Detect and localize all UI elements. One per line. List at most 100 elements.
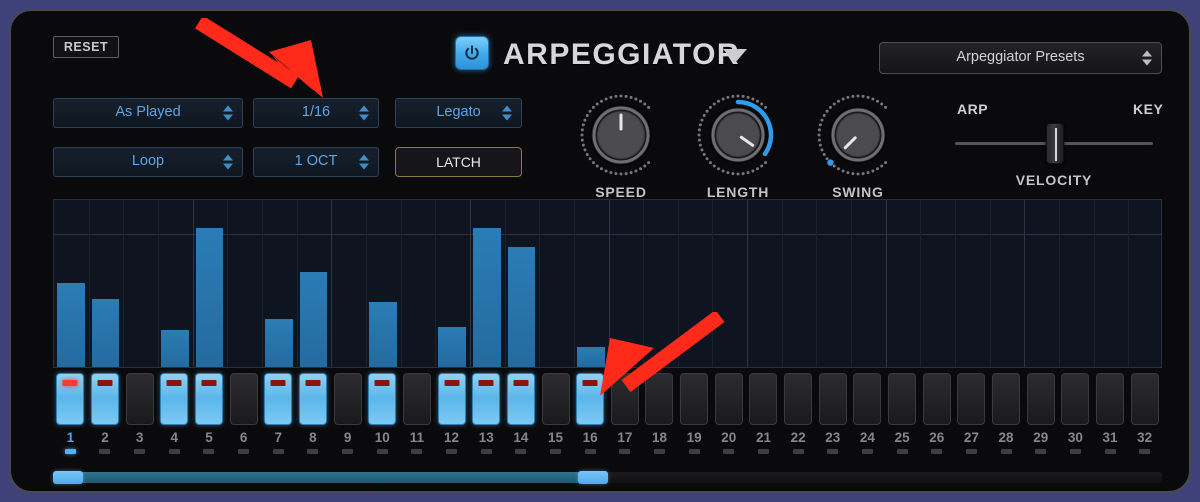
chart-gridline — [435, 200, 437, 367]
step-button-6[interactable] — [229, 373, 258, 425]
spinner-up-down-icon[interactable] — [502, 105, 512, 121]
step-tick-19 — [688, 449, 700, 454]
chart-gridline — [712, 200, 714, 367]
chart-bar[interactable] — [264, 319, 293, 367]
speed-knob[interactable]: SPEED — [575, 89, 667, 200]
step-button-13[interactable] — [472, 373, 501, 425]
chart-gridline — [539, 200, 541, 367]
order-dropdown[interactable]: As Played — [53, 98, 243, 128]
step-button-7[interactable] — [264, 373, 293, 425]
step-button-24[interactable] — [853, 373, 882, 425]
step-button-21[interactable] — [749, 373, 778, 425]
step-range-handle-start[interactable] — [53, 471, 83, 484]
chart-gridline — [747, 200, 749, 367]
loop-dropdown[interactable]: Loop — [53, 147, 243, 177]
spinner-up-down-icon[interactable] — [359, 154, 369, 170]
step-tick-14 — [515, 449, 527, 454]
step-button-20[interactable] — [714, 373, 743, 425]
step-button-10[interactable] — [368, 373, 397, 425]
step-number-12: 12 — [444, 430, 460, 445]
spinner-up-down-icon[interactable] — [223, 154, 233, 170]
step-button-19[interactable] — [680, 373, 709, 425]
chart-bar[interactable] — [576, 347, 605, 367]
chart-bar[interactable] — [91, 299, 120, 367]
step-range-handle-end[interactable] — [577, 471, 608, 484]
velocity-label: VELOCITY — [1015, 172, 1093, 188]
step-button-8[interactable] — [298, 373, 327, 425]
step-led-12 — [444, 380, 460, 386]
step-tick-4 — [168, 449, 180, 454]
step-button-11[interactable] — [402, 373, 431, 425]
chart-gridline — [1128, 200, 1130, 367]
step-button-23[interactable] — [818, 373, 847, 425]
step-button-12[interactable] — [437, 373, 466, 425]
step-number-16: 16 — [582, 430, 598, 445]
step-button-17[interactable] — [610, 373, 639, 425]
power-glyph — [465, 45, 479, 60]
latch-button[interactable]: LATCH — [395, 147, 522, 177]
chart-bar[interactable] — [160, 330, 189, 367]
step-button-28[interactable] — [992, 373, 1021, 425]
step-button-16[interactable] — [576, 373, 605, 425]
step-number-18: 18 — [651, 430, 667, 445]
step-range-scrollbar[interactable] — [53, 471, 1162, 484]
length-knob-dial[interactable] — [692, 89, 784, 181]
step-tick-1 — [64, 449, 76, 454]
spinner-up-down-icon[interactable] — [359, 105, 369, 121]
reset-button[interactable]: RESET — [53, 36, 119, 58]
chart-bar[interactable] — [57, 283, 85, 367]
step-number-26: 26 — [929, 430, 945, 445]
chart-gridline — [643, 200, 645, 367]
step-button-9[interactable] — [333, 373, 362, 425]
step-tick-9 — [342, 449, 354, 454]
spinner-up-down-icon[interactable] — [1142, 50, 1152, 66]
rate-dropdown[interactable]: 1/16 — [253, 98, 379, 128]
speed-knob-label: SPEED — [595, 184, 647, 200]
chart-bar[interactable] — [299, 272, 328, 367]
swing-knob[interactable]: SWING — [812, 89, 904, 200]
step-number-25: 25 — [894, 430, 910, 445]
step-button-4[interactable] — [160, 373, 189, 425]
step-button-18[interactable] — [645, 373, 674, 425]
length-knob[interactable]: LENGTH — [692, 89, 784, 200]
step-button-2[interactable] — [90, 373, 119, 425]
mode-dropdown[interactable]: Legato — [395, 98, 522, 128]
step-tick-8 — [307, 449, 319, 454]
velocity-slider-handle[interactable] — [1046, 123, 1064, 164]
step-button-26[interactable] — [922, 373, 951, 425]
step-button-3[interactable] — [125, 373, 154, 425]
step-button-15[interactable] — [541, 373, 570, 425]
power-icon[interactable] — [455, 36, 489, 70]
chart-bar[interactable] — [507, 247, 536, 367]
chevron-down-icon[interactable] — [723, 49, 747, 63]
step-tick-26 — [931, 449, 943, 454]
length-knob-label: LENGTH — [706, 184, 770, 200]
step-button-31[interactable] — [1096, 373, 1125, 425]
octave-dropdown[interactable]: 1 OCT — [253, 147, 379, 177]
step-button-27[interactable] — [957, 373, 986, 425]
step-button-5[interactable] — [194, 373, 223, 425]
speed-knob-dial[interactable] — [575, 89, 667, 181]
chart-bar[interactable] — [472, 228, 501, 367]
step-tick-12 — [446, 449, 458, 454]
step-button-25[interactable] — [888, 373, 917, 425]
chart-bar[interactable] — [438, 327, 466, 367]
step-button-14[interactable] — [506, 373, 535, 425]
step-button-29[interactable] — [1026, 373, 1055, 425]
step-button-32[interactable] — [1130, 373, 1159, 425]
step-led-10 — [374, 380, 390, 386]
presets-dropdown[interactable]: Arpeggiator Presets — [879, 42, 1162, 74]
step-button-30[interactable] — [1061, 373, 1090, 425]
step-tick-5 — [203, 449, 215, 454]
swing-knob-dial[interactable] — [812, 89, 904, 181]
step-number-17: 17 — [617, 430, 633, 445]
chart-bar[interactable] — [195, 228, 224, 367]
step-button-22[interactable] — [784, 373, 813, 425]
chart-bar[interactable] — [368, 302, 397, 367]
step-number-29: 29 — [1033, 430, 1049, 445]
chart-gridline — [677, 200, 679, 367]
chart-gridline — [296, 200, 298, 367]
spinner-up-down-icon[interactable] — [223, 105, 233, 121]
step-velocity-chart[interactable] — [53, 199, 1162, 368]
step-button-1[interactable] — [56, 373, 85, 425]
